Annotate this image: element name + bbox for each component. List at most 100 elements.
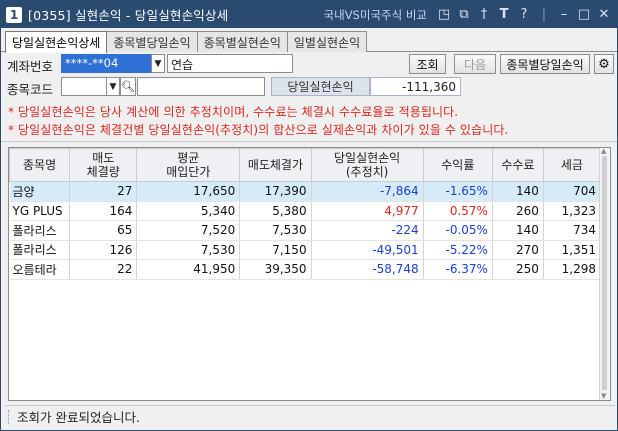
cell-tax: 704 xyxy=(543,181,602,202)
close-icon[interactable]: ✕ xyxy=(597,7,611,22)
title-controls: 국내VS미국주식 비교 ◳ ⧉ † T ? | – □ ✕ xyxy=(324,7,611,23)
scroll-thumb[interactable] xyxy=(602,156,607,390)
col-header-name[interactable]: 종목명 xyxy=(9,148,71,182)
cell-sell: 7,530 xyxy=(239,220,312,241)
daily-pnl-label: 당일실현손익 xyxy=(271,77,370,96)
minimize-icon[interactable]: – xyxy=(557,7,571,22)
table-row[interactable]: YG PLUS 164 5,340 5,380 4,977 0.57% 260 1,323 xyxy=(9,201,602,221)
col-header-return-rate[interactable]: 수익률 xyxy=(422,148,493,182)
tab-stock-daily-pnl[interactable]: 종목별당일손익 xyxy=(106,31,198,52)
cell-tax: 1,298 xyxy=(543,259,602,280)
table-header-row: 종목명 매도 체결량 평균 매입단가 매도체결가 당일실현손익 (추정치) 수익률 수… xyxy=(9,148,602,182)
query-button[interactable]: 조회 xyxy=(409,54,446,74)
account-number-input[interactable]: ****-**04 xyxy=(61,54,153,73)
cell-sell: 7,150 xyxy=(239,240,312,260)
vertical-scrollbar[interactable]: ▲ ▼ xyxy=(599,148,610,400)
cell-sell: 5,380 xyxy=(239,201,312,221)
stock-code-row: 종목코드 ▼ 🔍︎ 당일실현손익 -111,360 xyxy=(5,77,615,97)
table-body: 금양 27 17,650 17,390 -7,864 -1.65% 140 704 YG PLU… xyxy=(9,181,602,280)
notice-line: * 당일실현손익은 체결건별 당일실현손익(추정치)의 합산으로 실제손익과 차… xyxy=(8,123,509,137)
realized-pnl-grid[interactable]: 종목명 매도 체결량 평균 매입단가 매도체결가 당일실현손익 (추정치) 수익률 수… xyxy=(8,147,611,401)
stock-code-input[interactable] xyxy=(61,77,107,96)
cell-qty: 27 xyxy=(69,181,138,202)
cell-name: 폴라리스 xyxy=(9,240,71,260)
cell-avg: 7,530 xyxy=(136,240,241,260)
account-row: 계좌번호 ****-**04 ▼ 연습 조회 다음 종목별당일손익 ⚙ xyxy=(5,54,615,74)
status-message: 조회가 완료되었습니다. xyxy=(17,410,140,425)
tab-daily-realized-pnl[interactable]: 일별실현손익 xyxy=(286,31,368,52)
copy-window-icon[interactable]: ⧉ xyxy=(457,7,471,22)
chevron-down-icon: ▼ xyxy=(154,58,162,69)
account-name-field: 연습 xyxy=(167,54,293,73)
cell-sell: 39,350 xyxy=(239,259,312,280)
grip-icon xyxy=(8,409,11,424)
cell-fee: 140 xyxy=(492,181,544,202)
account-dropdown-button[interactable]: ▼ xyxy=(151,54,165,73)
cell-tax: 734 xyxy=(543,220,602,241)
cell-name: YG PLUS xyxy=(9,201,71,221)
tab-daily-realized-detail[interactable]: 당일실현손익상세 xyxy=(5,31,108,53)
cell-qty: 65 xyxy=(69,220,138,241)
stock-code-dropdown-button[interactable]: ▼ xyxy=(106,77,120,96)
maximize-icon[interactable]: □ xyxy=(577,7,591,22)
help-icon[interactable]: ? xyxy=(517,7,531,22)
notice-area: * 당일실현손익은 당사 계산에 의한 추정치이며, 수수료는 체결시 수수료율… xyxy=(8,103,614,139)
col-header-daily-pnl[interactable]: 당일실현손익 (추정치) xyxy=(310,148,424,182)
settings-button[interactable]: ⚙ xyxy=(594,54,614,74)
cell-fee: 260 xyxy=(492,201,544,221)
cell-rate: -0.05% xyxy=(423,220,493,241)
scroll-up-icon[interactable]: ▲ xyxy=(601,148,606,155)
status-bar: 조회가 완료되었습니다. xyxy=(5,405,615,427)
cell-pnl: -224 xyxy=(311,220,424,241)
tab-stock-realized-pnl[interactable]: 종목별실현손익 xyxy=(196,31,288,52)
stock-search-button[interactable]: 🔍︎ xyxy=(120,77,136,96)
col-header-sell-price[interactable]: 매도체결가 xyxy=(239,148,312,182)
cell-qty: 22 xyxy=(69,259,138,280)
cell-name: 금양 xyxy=(9,181,71,202)
cell-tax: 1,351 xyxy=(543,240,602,260)
search-icon: 🔍︎ xyxy=(121,80,135,93)
cell-name: 오름테라 xyxy=(9,259,71,280)
chevron-down-icon: ▼ xyxy=(109,81,117,92)
compare-link[interactable]: 국내VS미국주식 비교 xyxy=(324,7,427,23)
cell-qty: 126 xyxy=(69,240,138,260)
table-row[interactable]: 오름테라 22 41,950 39,350 -58,748 -6.37% 250 1,298 xyxy=(9,259,602,280)
scroll-down-icon[interactable]: ▼ xyxy=(601,392,606,400)
table-row[interactable]: 금양 27 17,650 17,390 -7,864 -1.65% 140 704 xyxy=(9,181,602,202)
stock-name-field xyxy=(137,77,265,96)
cell-sell: 17,390 xyxy=(239,181,312,202)
col-header-sell-qty[interactable]: 매도 체결량 xyxy=(69,148,138,182)
pin-icon[interactable]: † xyxy=(477,7,491,22)
divider-icon: | xyxy=(541,7,547,22)
cell-avg: 7,520 xyxy=(136,220,241,241)
cell-tax: 1,323 xyxy=(543,201,602,221)
cell-rate: -5.22% xyxy=(423,240,493,260)
cell-avg: 17,650 xyxy=(136,181,241,202)
divider xyxy=(1,141,617,142)
col-header-fee[interactable]: 수수료 xyxy=(491,148,544,182)
window-number-badge: 1 xyxy=(6,6,22,23)
table-row[interactable]: 폴라리스 65 7,520 7,530 -224 -0.05% 140 734 xyxy=(9,220,602,241)
cell-qty: 164 xyxy=(69,201,138,221)
cell-fee: 250 xyxy=(492,259,544,280)
table-row[interactable]: 폴라리스 126 7,530 7,150 -49,501 -5.22% 270 1,351 xyxy=(9,240,602,260)
font-size-icon[interactable]: T xyxy=(497,7,511,22)
cell-rate: -6.37% xyxy=(423,259,493,280)
title-bar[interactable]: 1 [0355] 실현손익 - 당일실현손익상세 국내VS미국주식 비교 ◳ ⧉… xyxy=(1,1,617,28)
col-header-tax[interactable]: 세금 xyxy=(542,148,602,182)
cell-pnl: -49,501 xyxy=(311,240,424,260)
cell-fee: 270 xyxy=(492,240,544,260)
account-label: 계좌번호 xyxy=(7,59,54,74)
cell-fee: 140 xyxy=(492,220,544,241)
cell-avg: 41,950 xyxy=(136,259,241,280)
cell-avg: 5,340 xyxy=(136,201,241,221)
cell-pnl: -58,748 xyxy=(311,259,424,280)
window-title: [0355] 실현손익 - 당일실현손익상세 xyxy=(28,8,229,23)
notice-line: * 당일실현손익은 당사 계산에 의한 추정치이며, 수수료는 체결시 수수료율… xyxy=(8,105,459,119)
stock-daily-pnl-button[interactable]: 종목별당일손익 xyxy=(500,54,590,74)
col-header-avg-buy-price[interactable]: 평균 매입단가 xyxy=(136,148,241,182)
next-button[interactable]: 다음 xyxy=(454,54,496,74)
daily-pnl-value: -111,360 xyxy=(370,77,461,96)
cell-pnl: 4,977 xyxy=(311,201,424,221)
layout-icon[interactable]: ◳ xyxy=(437,7,451,22)
